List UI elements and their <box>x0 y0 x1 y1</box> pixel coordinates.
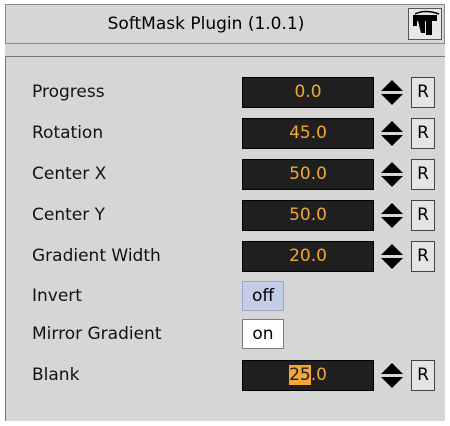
blank-reset-button[interactable]: R <box>411 360 435 391</box>
blank-selected-text: 25 <box>289 365 311 385</box>
blank-label: Blank <box>32 365 80 385</box>
gradient-width-spinner[interactable] <box>377 241 407 272</box>
invert-label: Invert <box>32 286 82 306</box>
center-y-field[interactable]: 50.0 <box>242 200 374 231</box>
rotation-spinner[interactable] <box>377 118 407 149</box>
progress-label: Progress <box>32 82 105 102</box>
plugin-header: SoftMask Plugin (1.0.1) <box>5 4 445 44</box>
center-x-label: Center X <box>32 164 107 184</box>
center-x-reset-button[interactable]: R <box>411 159 435 190</box>
gradient-width-label: Gradient Width <box>32 246 161 266</box>
gradient-width-field[interactable]: 20.0 <box>242 241 374 272</box>
center-y-spinner[interactable] <box>377 200 407 231</box>
spin-up-icon[interactable] <box>381 121 403 132</box>
center-y-reset-button[interactable]: R <box>411 200 435 231</box>
progress-field[interactable]: 0.0 <box>242 77 374 108</box>
spin-down-icon[interactable] <box>381 258 403 269</box>
center-x-field[interactable]: 50.0 <box>242 159 374 190</box>
center-x-spinner[interactable] <box>377 159 407 190</box>
spin-up-icon[interactable] <box>381 203 403 214</box>
center-y-label: Center Y <box>32 205 106 225</box>
softmask-plugin-panel: SoftMask Plugin (1.0.1) Progress 0.0 R R… <box>5 4 445 421</box>
spin-down-icon[interactable] <box>381 94 403 105</box>
plugin-title: SoftMask Plugin (1.0.1) <box>107 14 305 34</box>
spin-up-icon[interactable] <box>381 162 403 173</box>
spin-down-icon[interactable] <box>381 217 403 228</box>
plugin-logo-icon[interactable] <box>408 8 442 40</box>
rotation-label: Rotation <box>32 123 104 143</box>
spin-up-icon[interactable] <box>381 80 403 91</box>
blank-rest-text: .0 <box>310 365 327 385</box>
rotation-field[interactable]: 45.0 <box>242 118 374 149</box>
spin-down-icon[interactable] <box>381 176 403 187</box>
spin-down-icon[interactable] <box>381 135 403 146</box>
spin-up-icon[interactable] <box>381 363 403 374</box>
spin-up-icon[interactable] <box>381 244 403 255</box>
progress-spinner[interactable] <box>377 77 407 108</box>
mirror-gradient-label: Mirror Gradient <box>32 324 162 344</box>
gradient-width-reset-button[interactable]: R <box>411 241 435 272</box>
blank-field[interactable]: 25.0 <box>242 360 374 391</box>
spin-down-icon[interactable] <box>381 377 403 388</box>
mirror-gradient-toggle[interactable]: on <box>242 319 284 349</box>
invert-toggle[interactable]: off <box>242 281 284 311</box>
rotation-reset-button[interactable]: R <box>411 118 435 149</box>
blank-spinner[interactable] <box>377 360 407 391</box>
progress-reset-button[interactable]: R <box>411 77 435 108</box>
